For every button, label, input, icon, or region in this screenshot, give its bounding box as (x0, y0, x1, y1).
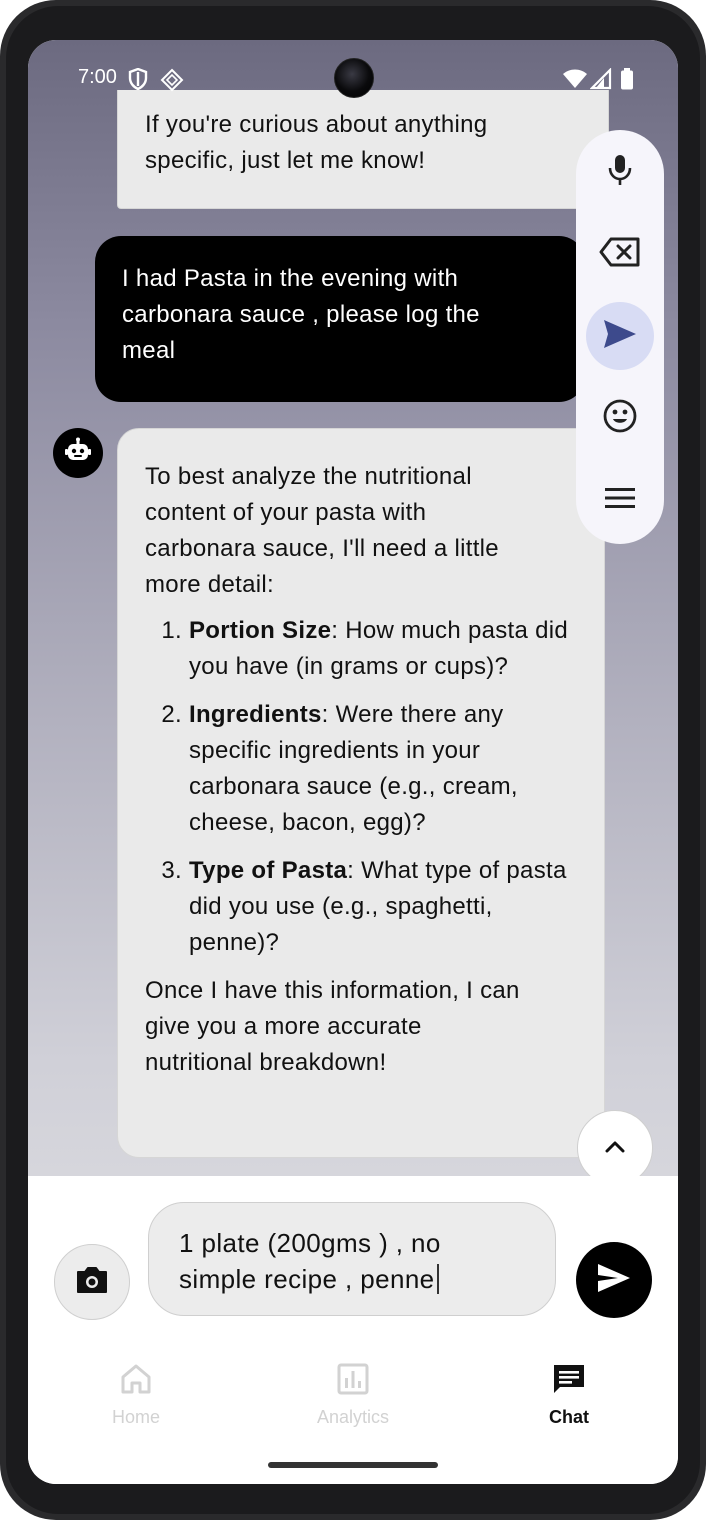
status-time: 7:00 (78, 66, 117, 88)
message-line: specific, just let me know! (145, 147, 426, 174)
chat-icon (551, 1362, 587, 1401)
analytics-icon (336, 1362, 370, 1401)
message-line: carbonara sauce , please log the (122, 301, 480, 328)
wifi-icon (562, 68, 588, 94)
nav-home-label: Home (111, 1407, 160, 1427)
keyboard-send-button[interactable] (586, 302, 654, 370)
message-line: I had Pasta in the evening with (122, 265, 459, 292)
message-line: more detail: (145, 571, 274, 598)
message-line: carbonara sauce, I'll need a little (145, 535, 499, 562)
shield-icon (128, 67, 148, 94)
text-cursor (436, 1264, 439, 1294)
keyboard-menu-button[interactable] (586, 466, 654, 534)
gesture-home-indicator[interactable] (268, 1462, 438, 1468)
battery-icon (620, 68, 634, 94)
message-input[interactable]: 1 plate (200gms ) , no simple recipe , p… (148, 1202, 556, 1316)
message-line: Once I have this information, I can (145, 977, 520, 1004)
list-item: Ingredients: Were there any specific ing… (189, 697, 585, 841)
nav-home[interactable]: Home (66, 1362, 206, 1442)
chevron-up-icon (604, 1139, 626, 1158)
message-line: give you a more accurate (145, 1013, 422, 1040)
camera-icon (75, 1265, 109, 1299)
screen: 7:00 If you're curious about anything sp… (28, 40, 678, 1484)
user-message: I had Pasta in the evening with carbonar… (95, 236, 585, 402)
message-line: nutritional breakdown! (145, 1049, 387, 1076)
nav-analytics-label: Analytics (316, 1407, 390, 1427)
bot-avatar (53, 428, 103, 478)
nav-analytics[interactable]: Analytics (283, 1362, 423, 1442)
detail-list: Portion Size: How much pasta did you hav… (145, 613, 585, 961)
chat-area[interactable]: 7:00 If you're curious about anything sp… (28, 40, 678, 1176)
message-composer: 1 plate (200gms ) , no simple recipe , p… (28, 1176, 678, 1360)
message-line: meal (122, 337, 176, 364)
backspace-button[interactable] (586, 220, 654, 288)
scroll-up-button[interactable] (577, 1110, 653, 1176)
voice-input-button[interactable] (586, 138, 654, 206)
home-icon (119, 1362, 153, 1401)
message-line: To best analyze the nutritional (145, 463, 472, 490)
keyboard-floating-toolbar (576, 130, 664, 544)
nav-chat-label: Chat (549, 1407, 589, 1427)
device-frame: 7:00 If you're curious about anything sp… (0, 0, 706, 1520)
input-line: simple recipe , penne (179, 1264, 435, 1294)
emoji-icon (603, 399, 637, 437)
list-item: Portion Size: How much pasta did you hav… (189, 613, 585, 685)
message-line: content of your pasta with (145, 499, 427, 526)
status-bar: 7:00 (28, 40, 678, 118)
diamond-grid-icon (160, 68, 184, 96)
emoji-button[interactable] (586, 384, 654, 452)
cell-signal-icon (589, 67, 612, 94)
nav-chat[interactable]: Chat (499, 1362, 639, 1442)
send-button[interactable] (576, 1242, 652, 1318)
bottom-navigation: Home Analytics Chat (28, 1350, 678, 1484)
camera-button[interactable] (54, 1244, 130, 1320)
bot-message: To best analyze the nutritional content … (117, 428, 605, 1158)
send-icon (602, 318, 638, 354)
microphone-icon (606, 154, 634, 190)
robot-icon (64, 437, 92, 469)
send-icon (596, 1262, 632, 1298)
list-item: Type of Pasta: What type of pasta did yo… (189, 853, 585, 961)
front-camera (334, 58, 374, 98)
backspace-icon (599, 237, 641, 271)
menu-icon (604, 486, 636, 514)
input-line: 1 plate (200gms ) , no (179, 1228, 441, 1258)
